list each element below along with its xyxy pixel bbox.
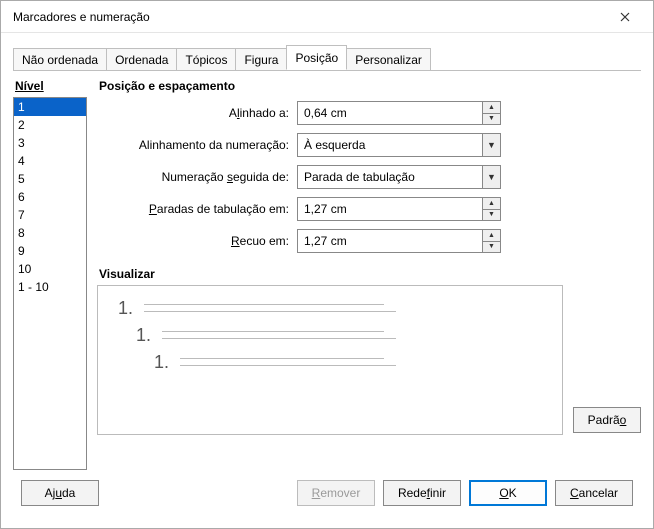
chevron-up-icon[interactable]: ▲ xyxy=(483,198,500,210)
spin-arrows[interactable]: ▲ ▼ xyxy=(482,230,500,252)
level-item[interactable]: 10 xyxy=(14,260,86,278)
reset-button[interactable]: Redefinir xyxy=(383,480,461,506)
aligned-to-spin[interactable]: 0,64 cm ▲ ▼ xyxy=(297,101,501,125)
close-button[interactable] xyxy=(605,3,645,31)
aligned-to-value: 0,64 cm xyxy=(304,106,347,120)
cancel-button[interactable]: Cancelar xyxy=(555,480,633,506)
titlebar: Marcadores e numeração xyxy=(1,1,653,33)
tab-personalizar[interactable]: Personalizar xyxy=(346,48,431,70)
default-button[interactable]: Padrão xyxy=(573,407,641,433)
level-item[interactable]: 1 - 10 xyxy=(14,278,86,296)
followed-by-combo[interactable]: Parada de tabulação ▼ xyxy=(297,165,501,189)
chevron-down-icon[interactable]: ▼ xyxy=(483,210,500,221)
level-column: Nível 1 2 3 4 5 6 7 8 9 10 1 - 10 xyxy=(13,79,87,470)
level-item[interactable]: 3 xyxy=(14,134,86,152)
body: Nível 1 2 3 4 5 6 7 8 9 10 1 - 10 Posiçã… xyxy=(13,71,641,470)
row-indent: Recuo em: 1,27 cm ▲ ▼ xyxy=(97,229,641,253)
label-num-align: Alinhamento da numeração: xyxy=(97,138,297,152)
section-title: Posição e espaçamento xyxy=(99,79,641,93)
dialog-window: Marcadores e numeração Não ordenada Orde… xyxy=(0,0,654,529)
footer: Ajuda Remover Redefinir OK Cancelar xyxy=(13,470,641,518)
tab-posicao[interactable]: Posição xyxy=(286,45,347,70)
row-num-align: Alinhamento da numeração: À esquerda ▼ xyxy=(97,133,641,157)
tabs: Não ordenada Ordenada Tópicos Figura Pos… xyxy=(13,45,641,71)
tab-nao-ordenada[interactable]: Não ordenada xyxy=(13,48,107,70)
chevron-down-icon[interactable]: ▼ xyxy=(482,166,500,188)
level-item[interactable]: 4 xyxy=(14,152,86,170)
preview-box: 1. 1. 1. xyxy=(97,285,563,435)
help-button[interactable]: Ajuda xyxy=(21,480,99,506)
level-item[interactable]: 1 xyxy=(14,98,86,116)
chevron-down-icon[interactable]: ▼ xyxy=(482,134,500,156)
tab-topicos[interactable]: Tópicos xyxy=(176,48,236,70)
followed-by-value: Parada de tabulação xyxy=(304,170,415,184)
tab-stop-value: 1,27 cm xyxy=(304,202,347,216)
label-followed-by: Numeração seguida de: xyxy=(97,170,297,184)
label-indent: Recuo em: xyxy=(97,234,297,248)
form: Alinhado a: 0,64 cm ▲ ▼ xyxy=(97,101,641,253)
preview-numeral: 1. xyxy=(136,325,154,346)
ok-button[interactable]: OK xyxy=(469,480,547,506)
dialog-content: Não ordenada Ordenada Tópicos Figura Pos… xyxy=(1,33,653,528)
num-align-combo[interactable]: À esquerda ▼ xyxy=(297,133,501,157)
spin-arrows[interactable]: ▲ ▼ xyxy=(482,102,500,124)
chevron-up-icon[interactable]: ▲ xyxy=(483,102,500,114)
spin-arrows[interactable]: ▲ ▼ xyxy=(482,198,500,220)
preview-numeral: 1. xyxy=(118,298,136,319)
preview-heading: Visualizar xyxy=(99,267,641,281)
level-item[interactable]: 5 xyxy=(14,170,86,188)
tab-figura[interactable]: Figura xyxy=(235,48,287,70)
preview-numeral: 1. xyxy=(154,352,172,373)
level-listbox[interactable]: 1 2 3 4 5 6 7 8 9 10 1 - 10 xyxy=(13,97,87,470)
chevron-down-icon[interactable]: ▼ xyxy=(483,242,500,253)
row-aligned-to: Alinhado a: 0,64 cm ▲ ▼ xyxy=(97,101,641,125)
num-align-value: À esquerda xyxy=(304,138,365,152)
remove-button: Remover xyxy=(297,480,375,506)
tab-ordenada[interactable]: Ordenada xyxy=(106,48,177,70)
indent-spin[interactable]: 1,27 cm ▲ ▼ xyxy=(297,229,501,253)
right-column: Posição e espaçamento Alinhado a: 0,64 c… xyxy=(97,79,641,470)
label-tab-stop: Paradas de tabulação em: xyxy=(97,202,297,216)
window-title: Marcadores e numeração xyxy=(9,10,605,24)
chevron-up-icon[interactable]: ▲ xyxy=(483,230,500,242)
level-item[interactable]: 8 xyxy=(14,224,86,242)
level-item[interactable]: 6 xyxy=(14,188,86,206)
level-item[interactable]: 2 xyxy=(14,116,86,134)
row-tab-stop: Paradas de tabulação em: 1,27 cm ▲ ▼ xyxy=(97,197,641,221)
label-aligned-to: Alinhado a: xyxy=(97,106,297,120)
level-item[interactable]: 7 xyxy=(14,206,86,224)
chevron-down-icon[interactable]: ▼ xyxy=(483,114,500,125)
indent-value: 1,27 cm xyxy=(304,234,347,248)
level-heading: Nível xyxy=(13,79,87,93)
row-followed-by: Numeração seguida de: Parada de tabulaçã… xyxy=(97,165,641,189)
tab-stop-spin[interactable]: 1,27 cm ▲ ▼ xyxy=(297,197,501,221)
level-item[interactable]: 9 xyxy=(14,242,86,260)
